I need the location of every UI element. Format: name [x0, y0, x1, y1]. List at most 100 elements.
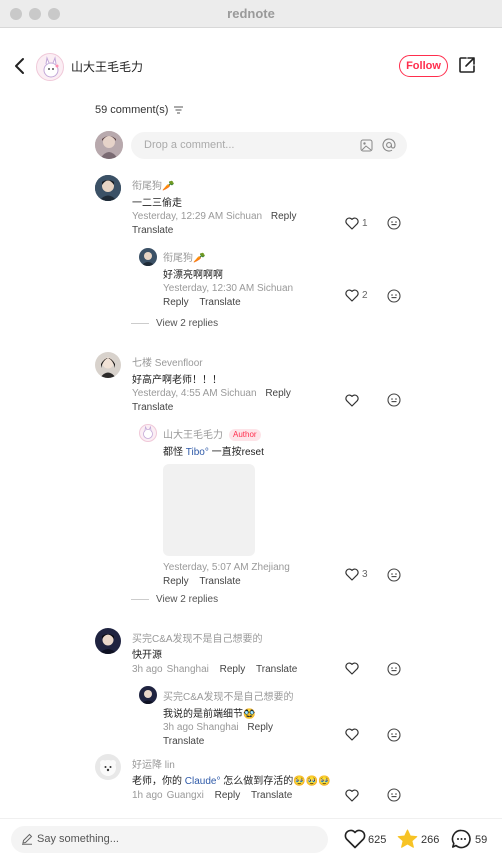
- reply-link[interactable]: Reply: [271, 211, 297, 222]
- commenter-avatar[interactable]: [95, 352, 121, 378]
- reply-link[interactable]: Reply: [215, 790, 241, 801]
- reply-actions: Translate: [163, 736, 204, 747]
- like-button[interactable]: [345, 394, 375, 408]
- author-avatar[interactable]: [36, 53, 64, 81]
- comment-actions: Translate: [132, 402, 173, 413]
- reply-link[interactable]: Reply: [163, 297, 189, 308]
- reply-avatar[interactable]: [139, 248, 157, 266]
- like-count: 1: [362, 218, 368, 229]
- like-count: 3: [362, 569, 368, 580]
- commenter-avatar[interactable]: [95, 628, 121, 654]
- heart-icon: [345, 394, 359, 407]
- reply-link[interactable]: Reply: [247, 722, 273, 733]
- comment-input-placeholder: Drop a comment...: [144, 139, 235, 151]
- like-post-button[interactable]: 625: [344, 829, 392, 849]
- emoji-reaction-icon[interactable]: [387, 216, 401, 230]
- reply-meta: 3h ago Shanghai Reply: [163, 722, 273, 733]
- heart-icon: [345, 662, 359, 675]
- reply-meta: Yesterday, 12:30 AM Sichuan: [163, 283, 293, 294]
- comment-time: 1h ago: [132, 790, 163, 801]
- commenter-name[interactable]: 买完C&A发现不是自己想要的: [132, 630, 263, 645]
- translate-link[interactable]: Translate: [163, 736, 204, 747]
- comment-actions: Translate: [132, 225, 173, 236]
- like-button[interactable]: [345, 789, 375, 803]
- comment-meta: 1h ago Guangxi Reply Translate: [132, 790, 292, 801]
- comment-count[interactable]: 59 comment(s): [95, 104, 184, 116]
- reply-avatar[interactable]: [139, 686, 157, 704]
- reply-actions: Reply Translate: [163, 297, 241, 308]
- user-mention-link[interactable]: Tibo°: [186, 447, 209, 458]
- comment-text: 一二三偷走: [132, 198, 182, 209]
- comment-time: 3h ago: [132, 664, 163, 675]
- comment-location: Sichuan: [225, 211, 263, 222]
- back-arrow-icon[interactable]: [12, 56, 28, 76]
- like-button[interactable]: 3: [345, 568, 375, 582]
- comment-meta: 3h ago Shanghai Reply Translate: [132, 664, 297, 675]
- translate-link[interactable]: Translate: [132, 225, 173, 236]
- comment-time: Yesterday, 12:29 AM: [132, 211, 224, 222]
- mention-at-icon[interactable]: [382, 138, 396, 152]
- follow-button[interactable]: Follow: [399, 55, 448, 77]
- heart-icon: [345, 289, 359, 302]
- commenter-avatar[interactable]: [95, 754, 121, 780]
- reply-link[interactable]: Reply: [163, 576, 189, 587]
- commenter-name[interactable]: 衔尾狗🥕: [132, 177, 174, 192]
- reply-user-name[interactable]: 买完C&A发现不是自己想要的: [163, 688, 294, 703]
- like-button[interactable]: [345, 662, 375, 676]
- heart-icon: [345, 568, 359, 581]
- commenter-name[interactable]: 七楼 Sevenfloor: [132, 354, 203, 369]
- author-badge: Author: [229, 429, 261, 441]
- translate-link[interactable]: Translate: [199, 297, 240, 308]
- collect-post-button[interactable]: 266: [397, 829, 445, 849]
- comment-bubble-icon: [451, 829, 471, 849]
- reply-link[interactable]: Reply: [265, 388, 291, 399]
- image-icon[interactable]: [360, 139, 373, 152]
- reply-avatar[interactable]: [139, 424, 157, 442]
- comment-count-label: 59 comment(s): [95, 104, 169, 116]
- note-header: 山大王毛毛力 Follow: [0, 28, 502, 104]
- comment-text-before: 老师，你的: [132, 776, 185, 787]
- view-replies-label: View 2 replies: [156, 318, 219, 329]
- emoji-reaction-icon[interactable]: [387, 788, 401, 802]
- translate-link[interactable]: Translate: [256, 664, 297, 675]
- like-button[interactable]: [345, 728, 375, 742]
- like-button[interactable]: 2: [345, 289, 375, 303]
- reply-location: Sichuan: [256, 283, 294, 294]
- sort-icon[interactable]: [174, 106, 184, 114]
- reply-time: Yesterday, 5:07 AM: [163, 562, 249, 573]
- reply-user-name-row: 山大王毛毛力 Author: [163, 426, 261, 441]
- comment-text: 好高产啊老师！！！: [132, 375, 222, 386]
- reply-text: 我说的是前端细节🥸: [163, 709, 256, 720]
- window-titlebar: rednote: [0, 0, 502, 28]
- view-replies-link[interactable]: View 2 replies: [131, 318, 218, 329]
- commenter-name[interactable]: 好运降 lin: [132, 756, 175, 771]
- reply-location: Shanghai: [196, 722, 239, 733]
- heart-icon: [345, 789, 359, 802]
- emoji-reaction-icon[interactable]: [387, 393, 401, 407]
- view-replies-link[interactable]: View 2 replies: [131, 594, 218, 605]
- author-name[interactable]: 山大王毛毛力: [71, 58, 143, 75]
- translate-link[interactable]: Translate: [251, 790, 292, 801]
- window-title: rednote: [227, 6, 275, 21]
- translate-link[interactable]: Translate: [132, 402, 173, 413]
- emoji-reaction-icon[interactable]: [387, 568, 401, 582]
- reply-user-name[interactable]: 山大王毛毛力: [163, 430, 223, 441]
- like-button[interactable]: 1: [345, 217, 375, 231]
- comment-input[interactable]: Drop a comment...: [131, 132, 407, 159]
- emoji-reaction-icon[interactable]: [387, 662, 401, 676]
- user-mention-link[interactable]: Claude°: [185, 776, 221, 787]
- share-icon[interactable]: [458, 56, 476, 74]
- commenter-avatar[interactable]: [95, 175, 121, 201]
- comments-post-button[interactable]: 59: [451, 829, 497, 849]
- say-something-input[interactable]: Say something...: [11, 826, 328, 853]
- reply-time: 3h ago: [163, 722, 194, 733]
- reply-location: Zhejiang: [251, 562, 290, 573]
- emoji-reaction-icon[interactable]: [387, 289, 401, 303]
- reply-link[interactable]: Reply: [220, 664, 246, 675]
- emoji-reaction-icon[interactable]: [387, 728, 401, 742]
- heart-icon: [344, 829, 366, 849]
- comment-meta: Yesterday, 12:29 AM Sichuan Reply: [132, 211, 296, 222]
- reply-image[interactable]: [163, 464, 255, 556]
- reply-user-name[interactable]: 衔尾狗🥕: [163, 249, 205, 264]
- translate-link[interactable]: Translate: [199, 576, 240, 587]
